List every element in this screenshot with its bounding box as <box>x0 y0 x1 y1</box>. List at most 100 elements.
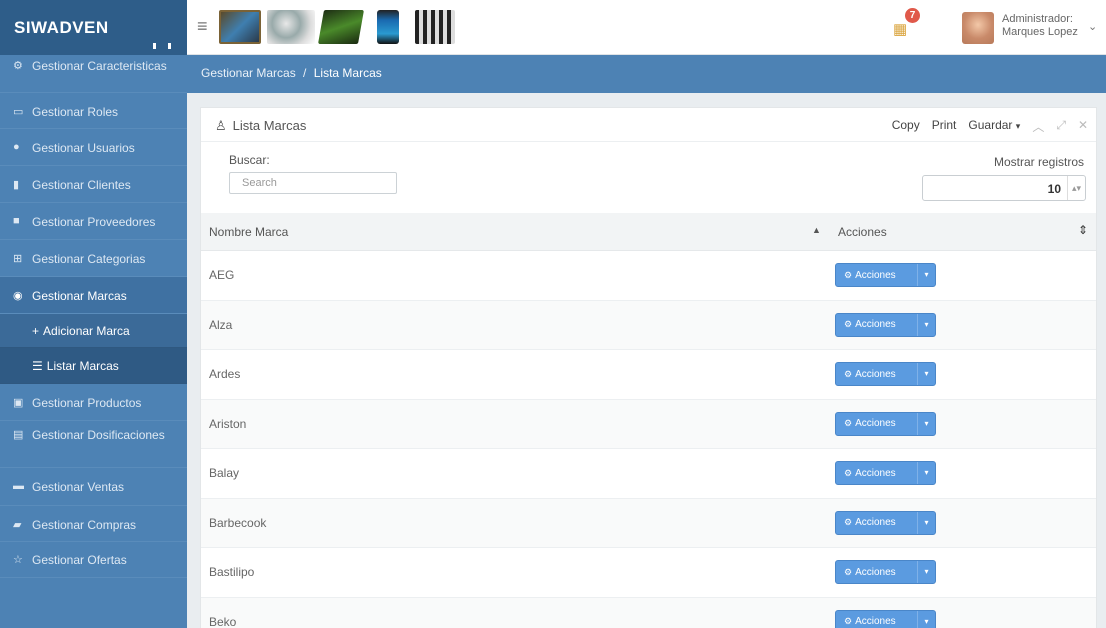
sidebar-item-caracteristicas[interactable]: ⚙ Gestionar Caracteristicas <box>0 55 187 93</box>
sidebar-subitem-listar[interactable]: ☰ Listar Marcas <box>0 348 187 384</box>
search-input[interactable]: Search <box>229 172 397 194</box>
devices-image <box>415 10 455 44</box>
table-row: Barbecook ⚙ Acciones ▾ <box>201 498 1096 548</box>
sidebar-item-productos[interactable]: ▣ Gestionar Productos <box>0 384 187 421</box>
sidebar-item-clientes[interactable]: ▮ Gestionar Clientes <box>0 166 187 203</box>
brand-name-cell: Ardes <box>209 367 241 381</box>
actions-button[interactable]: ⚙ Acciones ▾ <box>835 510 936 535</box>
brand-name-cell: Bastilipo <box>209 565 255 579</box>
save-dropdown[interactable]: Guardar ▾ <box>968 118 1020 135</box>
caret-down-icon[interactable]: ▾ <box>917 313 935 336</box>
caret-down-icon[interactable]: ▾ <box>917 412 935 435</box>
cog-icon: ⚙ <box>844 616 853 626</box>
actions-button[interactable]: ⚙ Acciones ▾ <box>835 263 936 287</box>
sidebar-item-label: Gestionar Proveedores <box>32 215 156 229</box>
column-header-nombre[interactable]: Nombre Marca <box>209 225 288 239</box>
avatar[interactable] <box>962 12 994 44</box>
cog-icon: ⚙ <box>844 467 853 478</box>
sidebar-subitem-label: Adicionar Marca <box>43 323 130 338</box>
caret-down-icon[interactable]: ▾ <box>917 511 935 534</box>
caret-down-icon[interactable]: ▾ <box>917 561 935 583</box>
brand-name-cell: Barbecook <box>209 515 267 530</box>
sidebar-item-proveedores[interactable]: ■ Gestionar Proveedores <box>0 203 187 240</box>
records-label: Mostrar registros <box>993 155 1084 169</box>
sidebar-item-marcas[interactable]: ◉ Gestionar Marcas <box>0 277 187 314</box>
caret-down-icon[interactable]: ▾ <box>917 363 935 385</box>
chevron-down-icon[interactable]: ⌄ <box>1088 20 1097 33</box>
actions-button-label: Acciones <box>855 418 896 429</box>
sidebar-item-categorias[interactable]: ⊞ Gestionar Categorias <box>0 240 187 277</box>
user-role: Administrador: <box>1002 13 1073 25</box>
sidebar-item-usuarios[interactable]: ● Gestionar Usuarios <box>0 129 187 166</box>
globe-icon: ◉ <box>13 290 23 302</box>
sidebar-item-label: Gestionar Dosificaciones <box>32 428 165 442</box>
close-icon[interactable]: ✕ <box>1078 118 1088 135</box>
breadcrumb: Gestionar Marcas / Lista Marcas <box>187 55 1106 93</box>
card-icon: ▭ <box>13 106 24 118</box>
caret-down-icon[interactable]: ▾ <box>917 264 935 286</box>
sidebar-item-dosificaciones[interactable]: ▤ Gestionar Dosificaciones <box>0 421 187 468</box>
actions-button-label: Acciones <box>855 517 896 528</box>
actions-button-label: Acciones <box>855 616 896 627</box>
actions-button[interactable]: ⚙ Acciones ▾ <box>835 411 936 436</box>
records-select[interactable]: 10 ▴▾ <box>922 175 1086 201</box>
laptop-image <box>318 10 364 44</box>
caret-down-icon: ▾ <box>1015 121 1021 131</box>
brand-name-cell: Beko <box>209 614 237 628</box>
expand-icon[interactable]: ⤢ <box>1056 118 1066 135</box>
brand-name-cell: Alza <box>209 317 233 332</box>
actions-button[interactable]: ⚙ Acciones ▾ <box>835 461 936 485</box>
copy-button[interactable]: Copy <box>892 118 920 135</box>
actions-button[interactable]: ⚙ Acciones ▾ <box>835 312 936 337</box>
table-row: AEG ⚙ Acciones ▾ <box>201 251 1096 301</box>
brand-name-cell: AEG <box>209 268 235 282</box>
sort-both-icon[interactable]: ⇕ <box>1078 223 1088 237</box>
sidebar-item-compras[interactable]: ▰ Gestionar Compras <box>0 506 187 542</box>
sidebar-item-roles[interactable]: ▭ Gestionar Roles <box>0 93 187 129</box>
brand-name-cell: Balay <box>209 466 240 480</box>
table-row: Beko ⚙ Acciones ▾ <box>201 597 1096 628</box>
breadcrumb-parent[interactable]: Gestionar Marcas <box>201 66 296 80</box>
cog-icon: ⚙ <box>844 368 853 379</box>
cogs-icon: ⚙ <box>13 60 23 72</box>
user-outline-icon: ♙ <box>215 118 227 133</box>
actions-button-label: Acciones <box>855 566 896 578</box>
caret-down-icon[interactable]: ▾ <box>917 462 935 484</box>
sidebar-item-label: Gestionar Roles <box>32 105 119 119</box>
caret-down-icon[interactable]: ▾ <box>917 610 935 628</box>
table-header: Nombre Marca ▲ Acciones ⇕ <box>201 213 1096 251</box>
print-button[interactable]: Print <box>932 118 957 135</box>
sort-asc-icon[interactable]: ▲ <box>812 225 821 235</box>
actions-button[interactable]: ⚙ Acciones ▾ <box>835 362 936 386</box>
brand-name: SIWADVEN <box>14 18 109 37</box>
actions-button-label: Acciones <box>855 269 896 281</box>
collapse-icon[interactable]: ︿ <box>1032 118 1044 135</box>
sidebar-item-ofertas[interactable]: ☆ Gestionar Ofertas <box>0 542 187 578</box>
sidebar-item-label: Gestionar Ofertas <box>32 553 127 567</box>
sidebar-item-label: Gestionar Compras <box>32 518 137 532</box>
actions-button[interactable]: ⚙ Acciones ▾ <box>835 560 936 584</box>
plus-icon: + <box>32 323 40 338</box>
sidebar-item-ventas[interactable]: ▬ Gestionar Ventas <box>0 468 187 506</box>
select-arrow-icon: ▴▾ <box>1067 176 1085 200</box>
actions-button[interactable]: ⚙ Acciones ▾ <box>835 609 936 628</box>
brand-logo[interactable]: SIWADVEN <box>0 0 187 55</box>
panel-title: ♙ Lista Marcas <box>215 118 306 134</box>
sidebar-item-label: Gestionar Caracteristicas <box>32 59 167 73</box>
breadcrumb-separator: / <box>303 66 307 80</box>
calendar-icon[interactable]: ▦ <box>893 20 907 38</box>
user-info[interactable]: Administrador: Marques Lopez <box>1002 13 1078 39</box>
sidebar-item-label: Gestionar Ventas <box>32 480 125 494</box>
save-dropdown-label: Guardar <box>968 118 1013 132</box>
column-header-acciones[interactable]: Acciones <box>838 225 887 239</box>
table-body: AEG ⚙ Acciones ▾ Alza ⚙ Acciones ▾ Ardes ⚙ Accione… <box>201 251 1096 628</box>
sitemap-icon: ⊞ <box>13 253 23 265</box>
menu-toggle-icon[interactable]: ≡ <box>197 16 208 37</box>
file-icon: ▤ <box>13 429 24 441</box>
sidebar-subitem-adicionar[interactable]: + Adicionar Marca <box>0 314 187 348</box>
panel-tools: Copy Print Guardar ▾ ︿ ⤢ ✕ <box>892 118 1088 135</box>
phone-image <box>377 10 399 44</box>
cog-icon: ⚙ <box>844 319 853 329</box>
tablet-image <box>219 10 261 44</box>
notification-badge: 7 <box>905 8 920 23</box>
